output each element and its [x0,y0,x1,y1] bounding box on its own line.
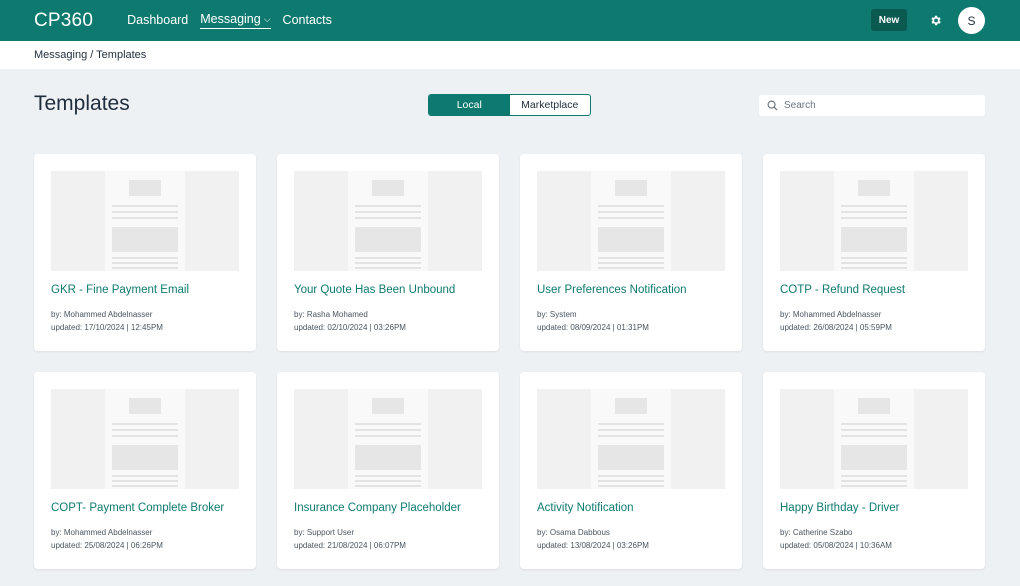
gear-icon[interactable] [926,11,944,29]
template-author: by: Mohammed Abdelnasser [51,310,153,319]
template-author: by: Support User [294,528,355,537]
template-thumbnail [537,389,725,489]
template-title[interactable]: Your Quote Has Been Unbound [294,284,455,296]
template-author: by: Rasha Mohamed [294,310,368,319]
template-thumbnail [294,171,482,271]
toggle-local[interactable]: Local [429,95,510,115]
template-updated: updated: 08/09/2024 | 01:31PM [537,323,649,332]
template-author: by: Osama Dabbous [537,528,610,537]
search-icon [767,100,778,111]
template-updated: updated: 02/10/2024 | 03:26PM [294,323,406,332]
chevron-down-icon: ⌵ [263,13,271,24]
nav-dashboard-label: Dashboard [127,12,189,27]
top-navbar: CP360 Dashboard Messaging ⌵ Contacts New … [0,0,1020,41]
template-thumbnail [51,171,239,271]
nav-dashboard[interactable]: Dashboard [127,13,188,29]
template-card[interactable]: Happy Birthday - Driver by: Catherine Sza… [763,372,985,569]
template-title[interactable]: Insurance Company Placeholder [294,502,461,514]
template-updated: updated: 05/08/2024 | 10:36AM [780,541,892,550]
template-card[interactable]: COPT- Payment Complete Broker by: Mohamme… [34,372,256,569]
search-input[interactable] [784,100,974,111]
template-thumbnail [537,171,725,271]
template-updated: updated: 21/08/2024 | 06:07PM [294,541,406,550]
template-card[interactable]: User Preferences Notification by: System u… [520,154,742,351]
template-thumbnail [780,389,968,489]
template-updated: updated: 13/08/2024 | 03:26PM [537,541,649,550]
nav-contacts-label: Contacts [282,12,332,27]
breadcrumb-text[interactable]: Messaging / Templates [34,49,146,61]
template-author: by: Mohammed Abdelnasser [51,528,153,537]
template-title[interactable]: Activity Notification [537,502,634,514]
template-title[interactable]: COTP - Refund Request [780,284,905,296]
template-title[interactable]: GKR - Fine Payment Email [51,284,189,296]
template-card[interactable]: Activity Notification by: Osama Dabbous up… [520,372,742,569]
avatar[interactable]: S [958,7,985,34]
template-card[interactable]: GKR - Fine Payment Email by: Mohammed Abd… [34,154,256,351]
toggle-marketplace[interactable]: Marketplace [510,95,591,115]
new-button[interactable]: New [871,9,907,31]
search-box [759,95,985,116]
source-toggle: Local Marketplace [428,94,591,116]
template-thumbnail [780,171,968,271]
template-thumbnail [51,389,239,489]
template-updated: updated: 26/08/2024 | 05:59PM [780,323,892,332]
template-card[interactable]: COTP - Refund Request by: Mohammed Abdeln… [763,154,985,351]
template-author: by: System [537,310,577,319]
template-title[interactable]: COPT- Payment Complete Broker [51,502,224,514]
template-title[interactable]: User Preferences Notification [537,284,687,296]
breadcrumb: Messaging / Templates [0,41,1020,69]
app-logo[interactable]: CP360 [34,10,93,32]
nav-messaging-label: Messaging [200,12,261,26]
template-title[interactable]: Happy Birthday - Driver [780,502,900,514]
nav-contacts[interactable]: Contacts [283,13,332,29]
template-updated: updated: 17/10/2024 | 12:45PM [51,323,163,332]
nav-messaging[interactable]: Messaging ⌵ [200,12,271,29]
template-card[interactable]: Your Quote Has Been Unbound by: Rasha Moh… [277,154,499,351]
template-thumbnail [294,389,482,489]
template-updated: updated: 25/08/2024 | 06:26PM [51,541,163,550]
template-author: by: Catherine Szabo [780,528,853,537]
template-author: by: Mohammed Abdelnasser [780,310,882,319]
page-title: Templates [34,92,130,115]
template-card[interactable]: Insurance Company Placeholder by: Support… [277,372,499,569]
